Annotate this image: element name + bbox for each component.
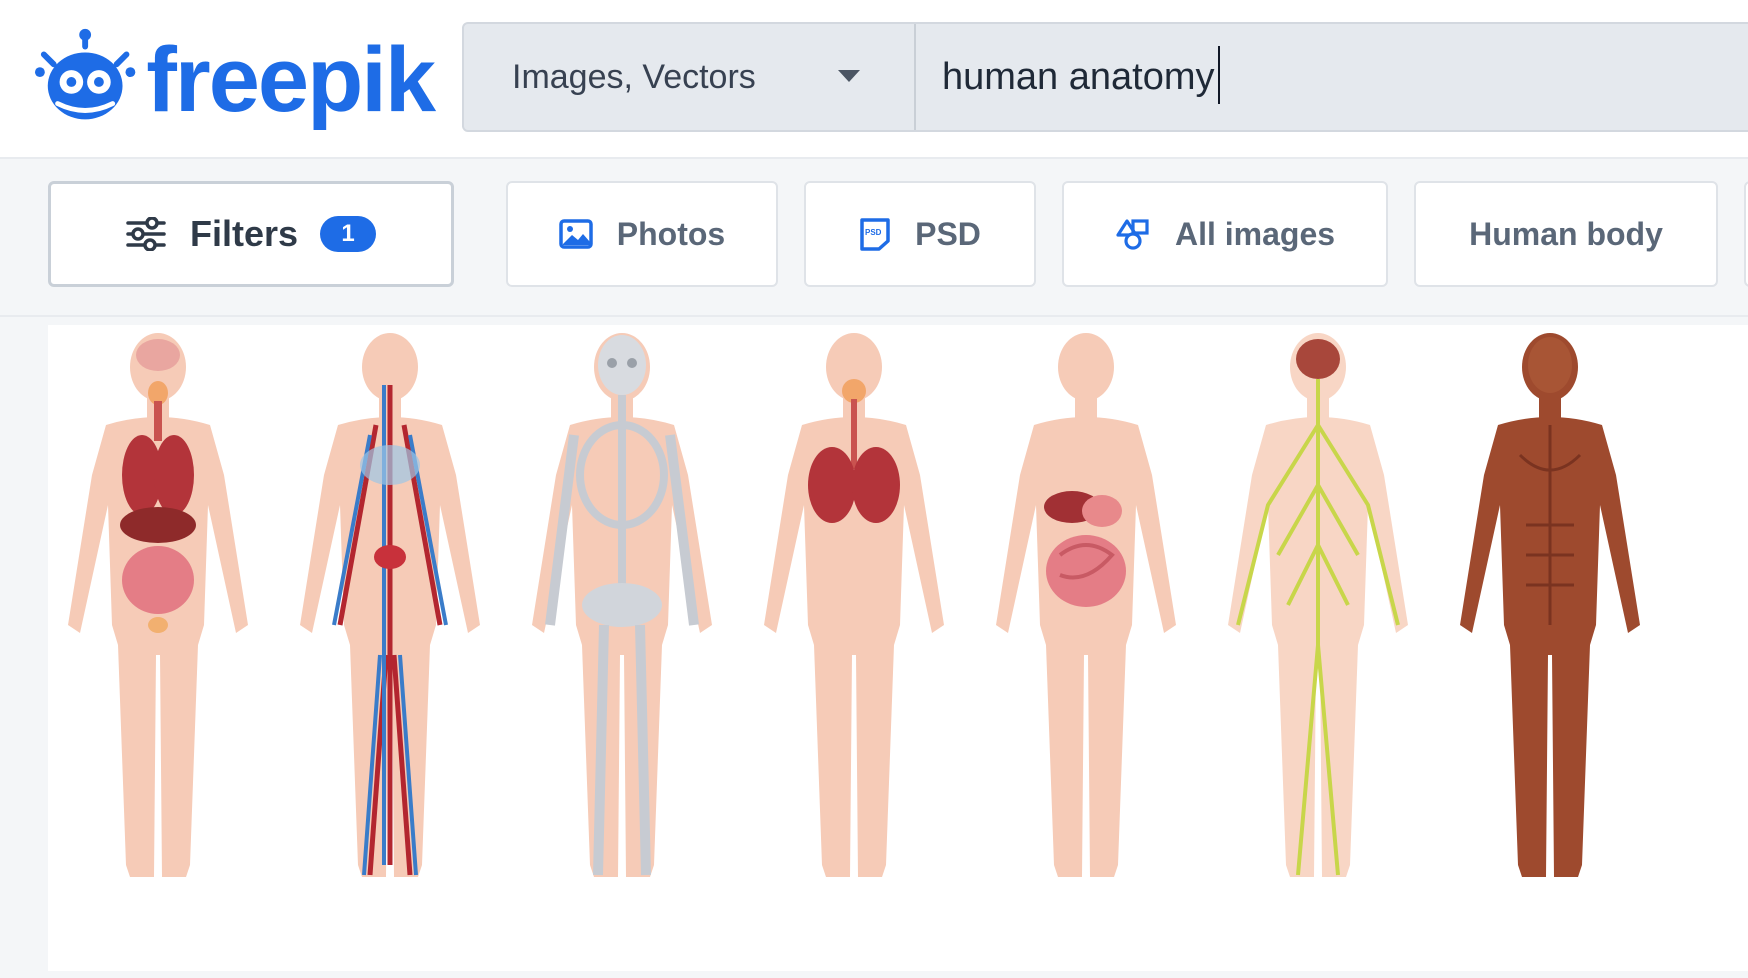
anatomy-figure-circulatory [300,333,480,877]
header: freepik Images, Vectors [0,0,1748,159]
image-icon [559,219,593,249]
freepik-logo[interactable]: freepik [34,20,436,140]
result-image-human-anatomy[interactable] [48,325,1748,971]
text-cursor [1218,46,1220,104]
filters-count-badge: 1 [320,216,377,252]
anatomy-figure-muscular [1460,333,1640,877]
chip-label: Photos [616,215,726,252]
chip-label: All images [1174,215,1336,252]
svg-text:PSD: PSD [865,228,882,237]
brand-name: freepik [146,29,436,131]
freepik-mascot-icon [34,28,136,120]
filter-bar: Filters 1 Photos PSD PSD All images Huma… [0,159,1748,317]
chip-label: PSD [915,215,981,252]
caret-down-icon [838,70,860,82]
chip-all-images[interactable]: All images [1062,181,1388,287]
search-bar: Images, Vectors [462,22,1748,132]
chip-psd[interactable]: PSD PSD [804,181,1036,287]
chip-human-body[interactable]: Human body [1414,181,1718,287]
anatomy-figure-digestive [996,333,1176,877]
search-input[interactable] [942,38,1742,116]
results-area [0,317,1748,978]
chip-label: Human body [1469,215,1663,252]
chip-more[interactable] [1744,181,1748,287]
shapes-icon [1115,218,1151,250]
anatomy-figure-respiratory [764,333,944,877]
sliders-icon [126,217,166,251]
chip-photos[interactable]: Photos [506,181,778,287]
search-type-dropdown[interactable]: Images, Vectors [464,24,916,130]
search-type-label: Images, Vectors [512,57,756,96]
filters-button[interactable]: Filters 1 [48,181,454,287]
anatomy-figure-nervous [1228,333,1408,877]
filters-label: Filters [189,213,299,254]
psd-file-icon: PSD [859,217,891,251]
anatomy-figure-skeleton [532,333,712,877]
anatomy-figure-organs [68,333,248,877]
